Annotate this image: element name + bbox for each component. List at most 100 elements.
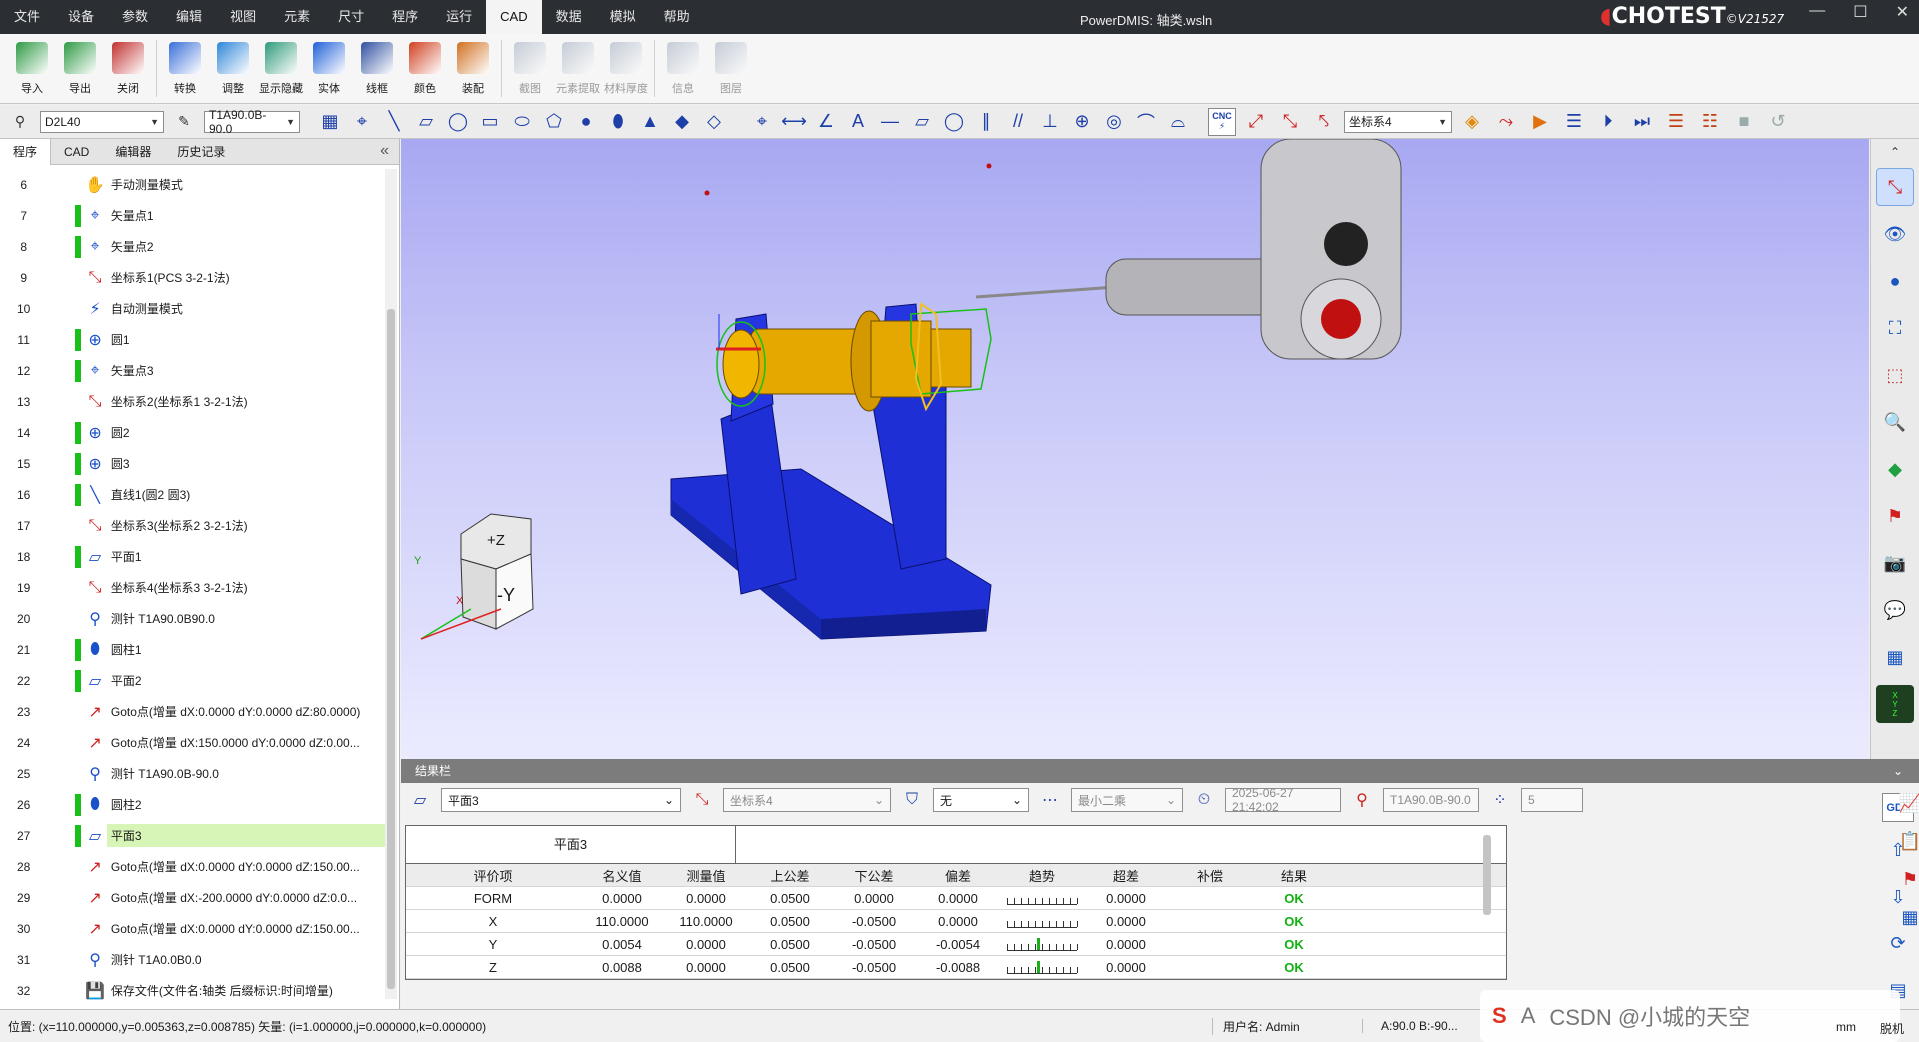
cylinder-icon[interactable]: ⬮ xyxy=(604,108,632,136)
eye-icon[interactable]: 👁 xyxy=(1876,215,1914,253)
trend-chart-icon[interactable]: 📈 xyxy=(1899,791,1919,815)
path-icon[interactable]: ⤳ xyxy=(1492,108,1520,136)
circle-icon[interactable]: ◯ xyxy=(940,108,968,136)
coordinate-view-icon[interactable]: ⤡ xyxy=(1876,168,1914,206)
ribbon-button[interactable]: 调整 xyxy=(209,34,257,103)
ribbon-button[interactable]: 元素提取 xyxy=(554,34,602,103)
clipboard-icon[interactable]: 📋 xyxy=(1899,829,1919,853)
view-cube-icon[interactable]: ◆ xyxy=(1876,450,1914,488)
crosshair-icon[interactable]: ⌖ xyxy=(748,108,776,136)
collapse-up-icon[interactable]: ⌃ xyxy=(1876,145,1914,159)
program-row[interactable]: 10 ⚡ 自动测量模式 xyxy=(0,293,385,324)
program-row[interactable]: 28 ↗ Goto点(增量 dX:0.0000 dY:0.0000 dZ:150.0… xyxy=(0,851,385,882)
fit-method-combo[interactable]: 最小二乘 ⌄ xyxy=(1071,788,1183,812)
menu-item[interactable]: 设备 xyxy=(54,0,108,34)
coord-filter-combo[interactable]: 坐标系4 ⌄ xyxy=(723,788,891,812)
ribbon-button[interactable]: 信息 xyxy=(659,34,707,103)
ribbon-button[interactable]: 图层 xyxy=(707,34,755,103)
column-header[interactable]: 结果 xyxy=(1252,866,1336,885)
menu-item[interactable]: 编辑 xyxy=(162,0,216,34)
ribbon-button[interactable]: 导出 xyxy=(56,34,104,103)
column-header[interactable]: 评价项 xyxy=(406,866,580,885)
menu-item[interactable]: 模拟 xyxy=(596,0,650,34)
tip-combo[interactable]: T1A90.0B-90.0 ▼ xyxy=(204,108,300,136)
text-icon[interactable]: A xyxy=(844,108,872,136)
probe-combo[interactable]: D2L40 ▼ xyxy=(40,110,164,133)
collapse-icon[interactable]: ⌄ xyxy=(1893,759,1903,783)
menu-item[interactable]: 元素 xyxy=(270,0,324,34)
workplane-icon[interactable]: ◈ xyxy=(1458,108,1486,136)
xyz-readout-icon[interactable]: XYZ xyxy=(1876,685,1914,723)
menu-item[interactable]: 参数 xyxy=(108,0,162,34)
table-icon[interactable]: ▦ xyxy=(1901,905,1919,929)
distance-icon[interactable]: ⟷ xyxy=(780,108,808,136)
program-row[interactable]: 18 ▱ 平面1 xyxy=(0,541,385,572)
program-row[interactable]: 27 ▱ 平面3 xyxy=(0,820,385,851)
slot-icon[interactable]: ▭ xyxy=(476,108,504,136)
tab-history[interactable]: 历史记录 xyxy=(164,139,238,165)
plane-icon[interactable]: ▱ xyxy=(412,108,440,136)
plane-grid-icon[interactable]: ▦ xyxy=(316,108,344,136)
sphere-icon[interactable]: ● xyxy=(1876,262,1914,300)
ribbon-button[interactable]: 显示隐藏 xyxy=(257,34,305,103)
column-header[interactable]: 趋势 xyxy=(1000,866,1084,885)
stop-icon[interactable]: ■ xyxy=(1730,108,1758,136)
program-row[interactable]: 7 ⌖ 矢量点1 xyxy=(0,200,385,231)
viewcube-front-label[interactable]: -Y xyxy=(497,585,515,606)
coordinate-system-icon[interactable]: ⤢ xyxy=(1242,108,1270,136)
line-icon[interactable]: ╲ xyxy=(380,108,408,136)
tab-program[interactable]: 程序 xyxy=(0,138,52,165)
ribbon-button[interactable]: 线框 xyxy=(353,34,401,103)
program-row[interactable]: 17 ⤡ 坐标系3(坐标系2 3-2-1法) xyxy=(0,510,385,541)
parallel-icon[interactable]: ∥ xyxy=(972,108,1000,136)
grid-icon[interactable]: ▦ xyxy=(1876,638,1914,676)
program-row[interactable]: 24 ↗ Goto点(增量 dX:150.0000 dY:0.0000 dZ:0.0… xyxy=(0,727,385,758)
ribbon-button[interactable]: 材料厚度 xyxy=(602,34,650,103)
menu-item[interactable]: 运行 xyxy=(432,0,486,34)
tab-cad[interactable]: CAD xyxy=(51,139,102,165)
program-row[interactable]: 31 ⚲ 测针 T1A0.0B0.0 xyxy=(0,944,385,975)
position-icon[interactable]: ⊕ xyxy=(1068,108,1096,136)
sphere-icon[interactable]: ● xyxy=(572,108,600,136)
ribbon-button[interactable]: 关闭 xyxy=(104,34,152,103)
maximize-button[interactable]: ☐ xyxy=(1853,2,1867,22)
program-row[interactable]: 16 ╲ 直线1(圆2 圆3) xyxy=(0,479,385,510)
result-row[interactable]: Z 0.0088 0.0000 0.0500 -0.0500 -0.0088 0.0000 O… xyxy=(406,956,1506,979)
double-slash-icon[interactable]: // xyxy=(1004,108,1032,136)
results-scrollbar[interactable] xyxy=(1481,825,1493,985)
program-row[interactable]: 12 ⌖ 矢量点3 xyxy=(0,355,385,386)
program-row[interactable]: 21 ⬮ 圆柱1 xyxy=(0,634,385,665)
result-row[interactable]: FORM 0.0000 0.0000 0.0500 0.0000 0.0000 0.0000… xyxy=(406,887,1506,910)
surface-icon[interactable]: ◆ xyxy=(668,108,696,136)
program-row[interactable]: 14 ⊕ 圆2 xyxy=(0,417,385,448)
list-icon[interactable]: ☰ xyxy=(1560,108,1588,136)
column-header[interactable]: 补偿 xyxy=(1168,866,1252,885)
comment-icon[interactable]: 💬 xyxy=(1876,591,1914,629)
cad-viewport[interactable]: +Z -Y X Y xyxy=(401,139,1869,759)
tab-editor[interactable]: 编辑器 xyxy=(102,139,164,165)
circle-icon[interactable]: ◯ xyxy=(444,108,472,136)
column-header[interactable]: 超差 xyxy=(1084,866,1168,885)
menu-item[interactable]: 数据 xyxy=(542,0,596,34)
ribbon-button[interactable]: 截图 xyxy=(506,34,554,103)
program-row[interactable]: 26 ⬮ 圆柱2 xyxy=(0,789,385,820)
horizontal-icon[interactable]: — xyxy=(876,108,904,136)
menu-item[interactable]: CAD xyxy=(486,0,542,34)
step-forward-icon[interactable]: ⏵ xyxy=(1594,108,1622,136)
flag-icon[interactable]: ⚑ xyxy=(1876,497,1914,535)
profile-icon[interactable]: ⌓ xyxy=(1164,108,1192,136)
ribbon-button[interactable]: 颜色 xyxy=(401,34,449,103)
column-header[interactable]: 测量值 xyxy=(664,866,748,885)
ribbon-button[interactable]: 转换 xyxy=(161,34,209,103)
result-row[interactable]: X 110.0000 110.0000 0.0500 -0.0500 0.0000 0.00… xyxy=(406,910,1506,933)
program-row[interactable]: 6 ✋ 手动测量模式 xyxy=(0,169,385,200)
stack-alt-icon[interactable]: ☷ xyxy=(1696,108,1724,136)
column-header[interactable]: 下公差 xyxy=(832,866,916,885)
cone-icon[interactable]: ▲ xyxy=(636,108,664,136)
program-row[interactable]: 32 💾 保存文件(文件名:轴类 后缀标识:时间增量) xyxy=(0,975,385,1006)
arc-icon[interactable]: ⌒ xyxy=(1132,108,1160,136)
column-header[interactable]: 偏差 xyxy=(916,866,1000,885)
align-icon[interactable]: ⤡ xyxy=(1276,108,1304,136)
coord-system-combo[interactable]: 坐标系4 ▼ xyxy=(1344,110,1452,133)
angle-icon[interactable]: ∠ xyxy=(812,108,840,136)
